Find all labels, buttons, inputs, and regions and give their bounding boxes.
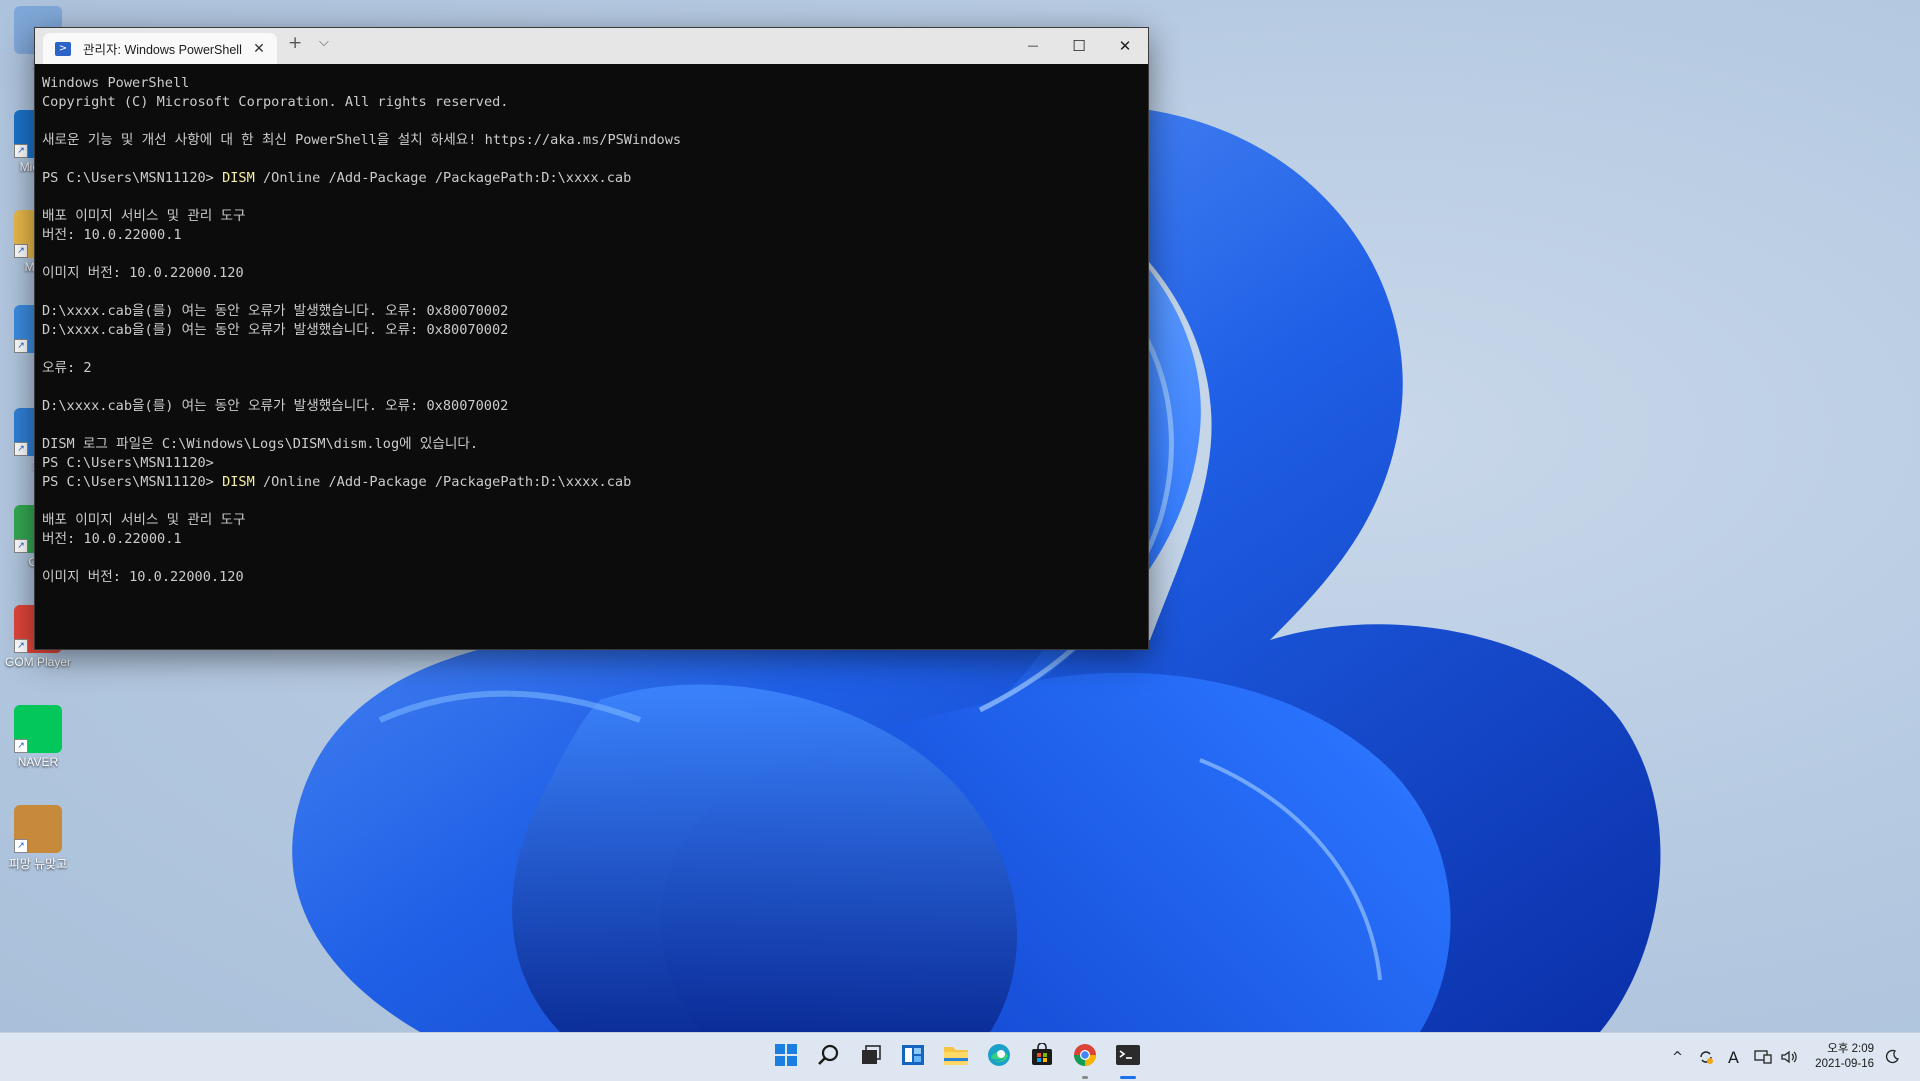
chrome-button[interactable] bbox=[1069, 1041, 1101, 1079]
terminal-output[interactable]: Windows PowerShell Copyright (C) Microsof… bbox=[35, 64, 1148, 649]
task-view-button[interactable] bbox=[855, 1041, 887, 1073]
edge-button[interactable] bbox=[983, 1041, 1015, 1073]
powershell-window[interactable]: > 관리자: Windows PowerShell ✕ + ⌵ — ☐ ✕ Wi… bbox=[34, 27, 1149, 650]
shortcut-arrow-icon: ↗ bbox=[14, 639, 28, 653]
terminal-line: 버전: 10.0.22000.1 bbox=[42, 531, 182, 547]
terminal-line: 버전: 10.0.22000.1 bbox=[42, 227, 182, 243]
shortcut-arrow-icon: ↗ bbox=[14, 244, 28, 258]
terminal-line: 배포 이미지 서비스 및 관리 도구 bbox=[42, 512, 246, 528]
command-args: /Online /Add-Package /PackagePath:D:\xxx… bbox=[254, 474, 632, 490]
shortcut-arrow-icon: ↗ bbox=[14, 144, 28, 158]
terminal-icon bbox=[1115, 1043, 1141, 1071]
command-name: DISM bbox=[222, 474, 255, 490]
terminal-line: D:\xxxx.cab을(를) 여는 동안 오류가 발생했습니다. 오류: 0x… bbox=[42, 322, 509, 338]
widgets-icon bbox=[901, 1043, 925, 1071]
tab-powershell[interactable]: > 관리자: Windows PowerShell ✕ bbox=[43, 33, 277, 64]
clock-date: 2021-09-16 bbox=[1815, 1058, 1874, 1070]
store-icon bbox=[1030, 1042, 1054, 1071]
chrome-icon bbox=[1072, 1042, 1098, 1072]
network-icon[interactable] bbox=[1754, 1033, 1772, 1081]
volume-icon[interactable] bbox=[1780, 1033, 1798, 1081]
shortcut-arrow-icon: ↗ bbox=[14, 442, 28, 456]
file-explorer-button[interactable] bbox=[940, 1041, 972, 1073]
terminal-line: Windows PowerShell bbox=[42, 75, 190, 91]
shortcut-arrow-icon: ↗ bbox=[14, 739, 28, 753]
task-view-icon bbox=[859, 1043, 883, 1071]
powershell-icon: > bbox=[55, 41, 71, 56]
title-bar[interactable]: > 관리자: Windows PowerShell ✕ + ⌵ — ☐ ✕ bbox=[35, 28, 1148, 64]
desktop-icon-naver[interactable]: ↗ NAVER bbox=[0, 705, 76, 769]
pmang-icon: ↗ bbox=[14, 805, 62, 853]
shortcut-arrow-icon: ↗ bbox=[14, 539, 28, 553]
naver-icon: ↗ bbox=[14, 705, 62, 753]
prompt-text: PS C:\Users\MSN11120> bbox=[42, 474, 223, 490]
terminal-line: 이미지 버전: 10.0.22000.120 bbox=[42, 569, 244, 585]
tab-close-icon[interactable]: ✕ bbox=[249, 41, 269, 57]
terminal-line: 이미지 버전: 10.0.22000.120 bbox=[42, 265, 244, 281]
maximize-button[interactable]: ☐ bbox=[1056, 28, 1102, 64]
terminal-line: 새로운 기능 및 개선 사항에 대 한 최신 PowerShell을 설치 하세… bbox=[42, 132, 682, 148]
clock[interactable]: 오후 2:09 2021-09-16 bbox=[1815, 1042, 1874, 1072]
tab-dropdown-button[interactable]: ⌵ bbox=[319, 35, 329, 50]
prompt-text: PS C:\Users\MSN11120> bbox=[42, 170, 223, 186]
ime-indicator[interactable]: A bbox=[1728, 1033, 1739, 1081]
terminal-line: DISM 로그 파일은 C:\Windows\Logs\DISM\dism.lo… bbox=[42, 436, 479, 452]
clock-time: 오후 2:09 bbox=[1827, 1043, 1874, 1055]
desktop-icon-pmang[interactable]: ↗ 피망 뉴맞고 bbox=[0, 805, 76, 872]
store-button[interactable] bbox=[1026, 1041, 1058, 1073]
windows-logo-icon bbox=[774, 1043, 798, 1071]
terminal-line: 배포 이미지 서비스 및 관리 도구 bbox=[42, 208, 246, 224]
taskbar: ^ A 오후 2:09 2021-09-16 bbox=[0, 1032, 1920, 1081]
terminal-line: D:\xxxx.cab을(를) 여는 동안 오류가 발생했습니다. 오류: 0x… bbox=[42, 398, 509, 414]
search-icon bbox=[817, 1043, 841, 1071]
command-args: /Online /Add-Package /PackagePath:D:\xxx… bbox=[254, 170, 632, 186]
search-button[interactable] bbox=[813, 1041, 845, 1073]
shortcut-arrow-icon: ↗ bbox=[14, 839, 28, 853]
desktop-icon-label: GOM Player bbox=[4, 655, 71, 669]
close-button[interactable]: ✕ bbox=[1102, 28, 1148, 64]
shortcut-arrow-icon: ↗ bbox=[14, 339, 28, 353]
terminal-line: PS C:\Users\MSN11120> DISM /Online /Add-… bbox=[42, 169, 1141, 188]
minimize-button[interactable]: — bbox=[1010, 28, 1056, 64]
sync-icon[interactable] bbox=[1697, 1033, 1715, 1081]
terminal-line: Copyright (C) Microsoft Corporation. All… bbox=[42, 94, 509, 110]
desktop-icon-label: 피망 뉴맞고 bbox=[8, 857, 68, 871]
terminal-line: PS C:\Users\MSN11120> bbox=[42, 455, 214, 471]
start-button[interactable] bbox=[770, 1041, 802, 1073]
terminal-line: D:\xxxx.cab을(를) 여는 동안 오류가 발생했습니다. 오류: 0x… bbox=[42, 303, 509, 319]
widgets-button[interactable] bbox=[897, 1041, 929, 1073]
terminal-button[interactable] bbox=[1112, 1041, 1144, 1079]
terminal-line: PS C:\Users\MSN11120> DISM /Online /Add-… bbox=[42, 473, 1141, 492]
tab-title: 관리자: Windows PowerShell bbox=[83, 43, 242, 57]
terminal-line: 오류: 2 bbox=[42, 360, 92, 376]
command-name: DISM bbox=[222, 170, 255, 186]
new-tab-button[interactable]: + bbox=[288, 33, 302, 53]
tray-chevron-icon[interactable]: ^ bbox=[1672, 1033, 1683, 1081]
notification-icon[interactable] bbox=[1884, 1033, 1900, 1081]
edge-icon bbox=[986, 1042, 1012, 1072]
running-indicator bbox=[1120, 1076, 1136, 1079]
desktop-icon-label: NAVER bbox=[17, 755, 59, 769]
running-indicator bbox=[1082, 1076, 1088, 1079]
folder-icon bbox=[943, 1043, 969, 1071]
